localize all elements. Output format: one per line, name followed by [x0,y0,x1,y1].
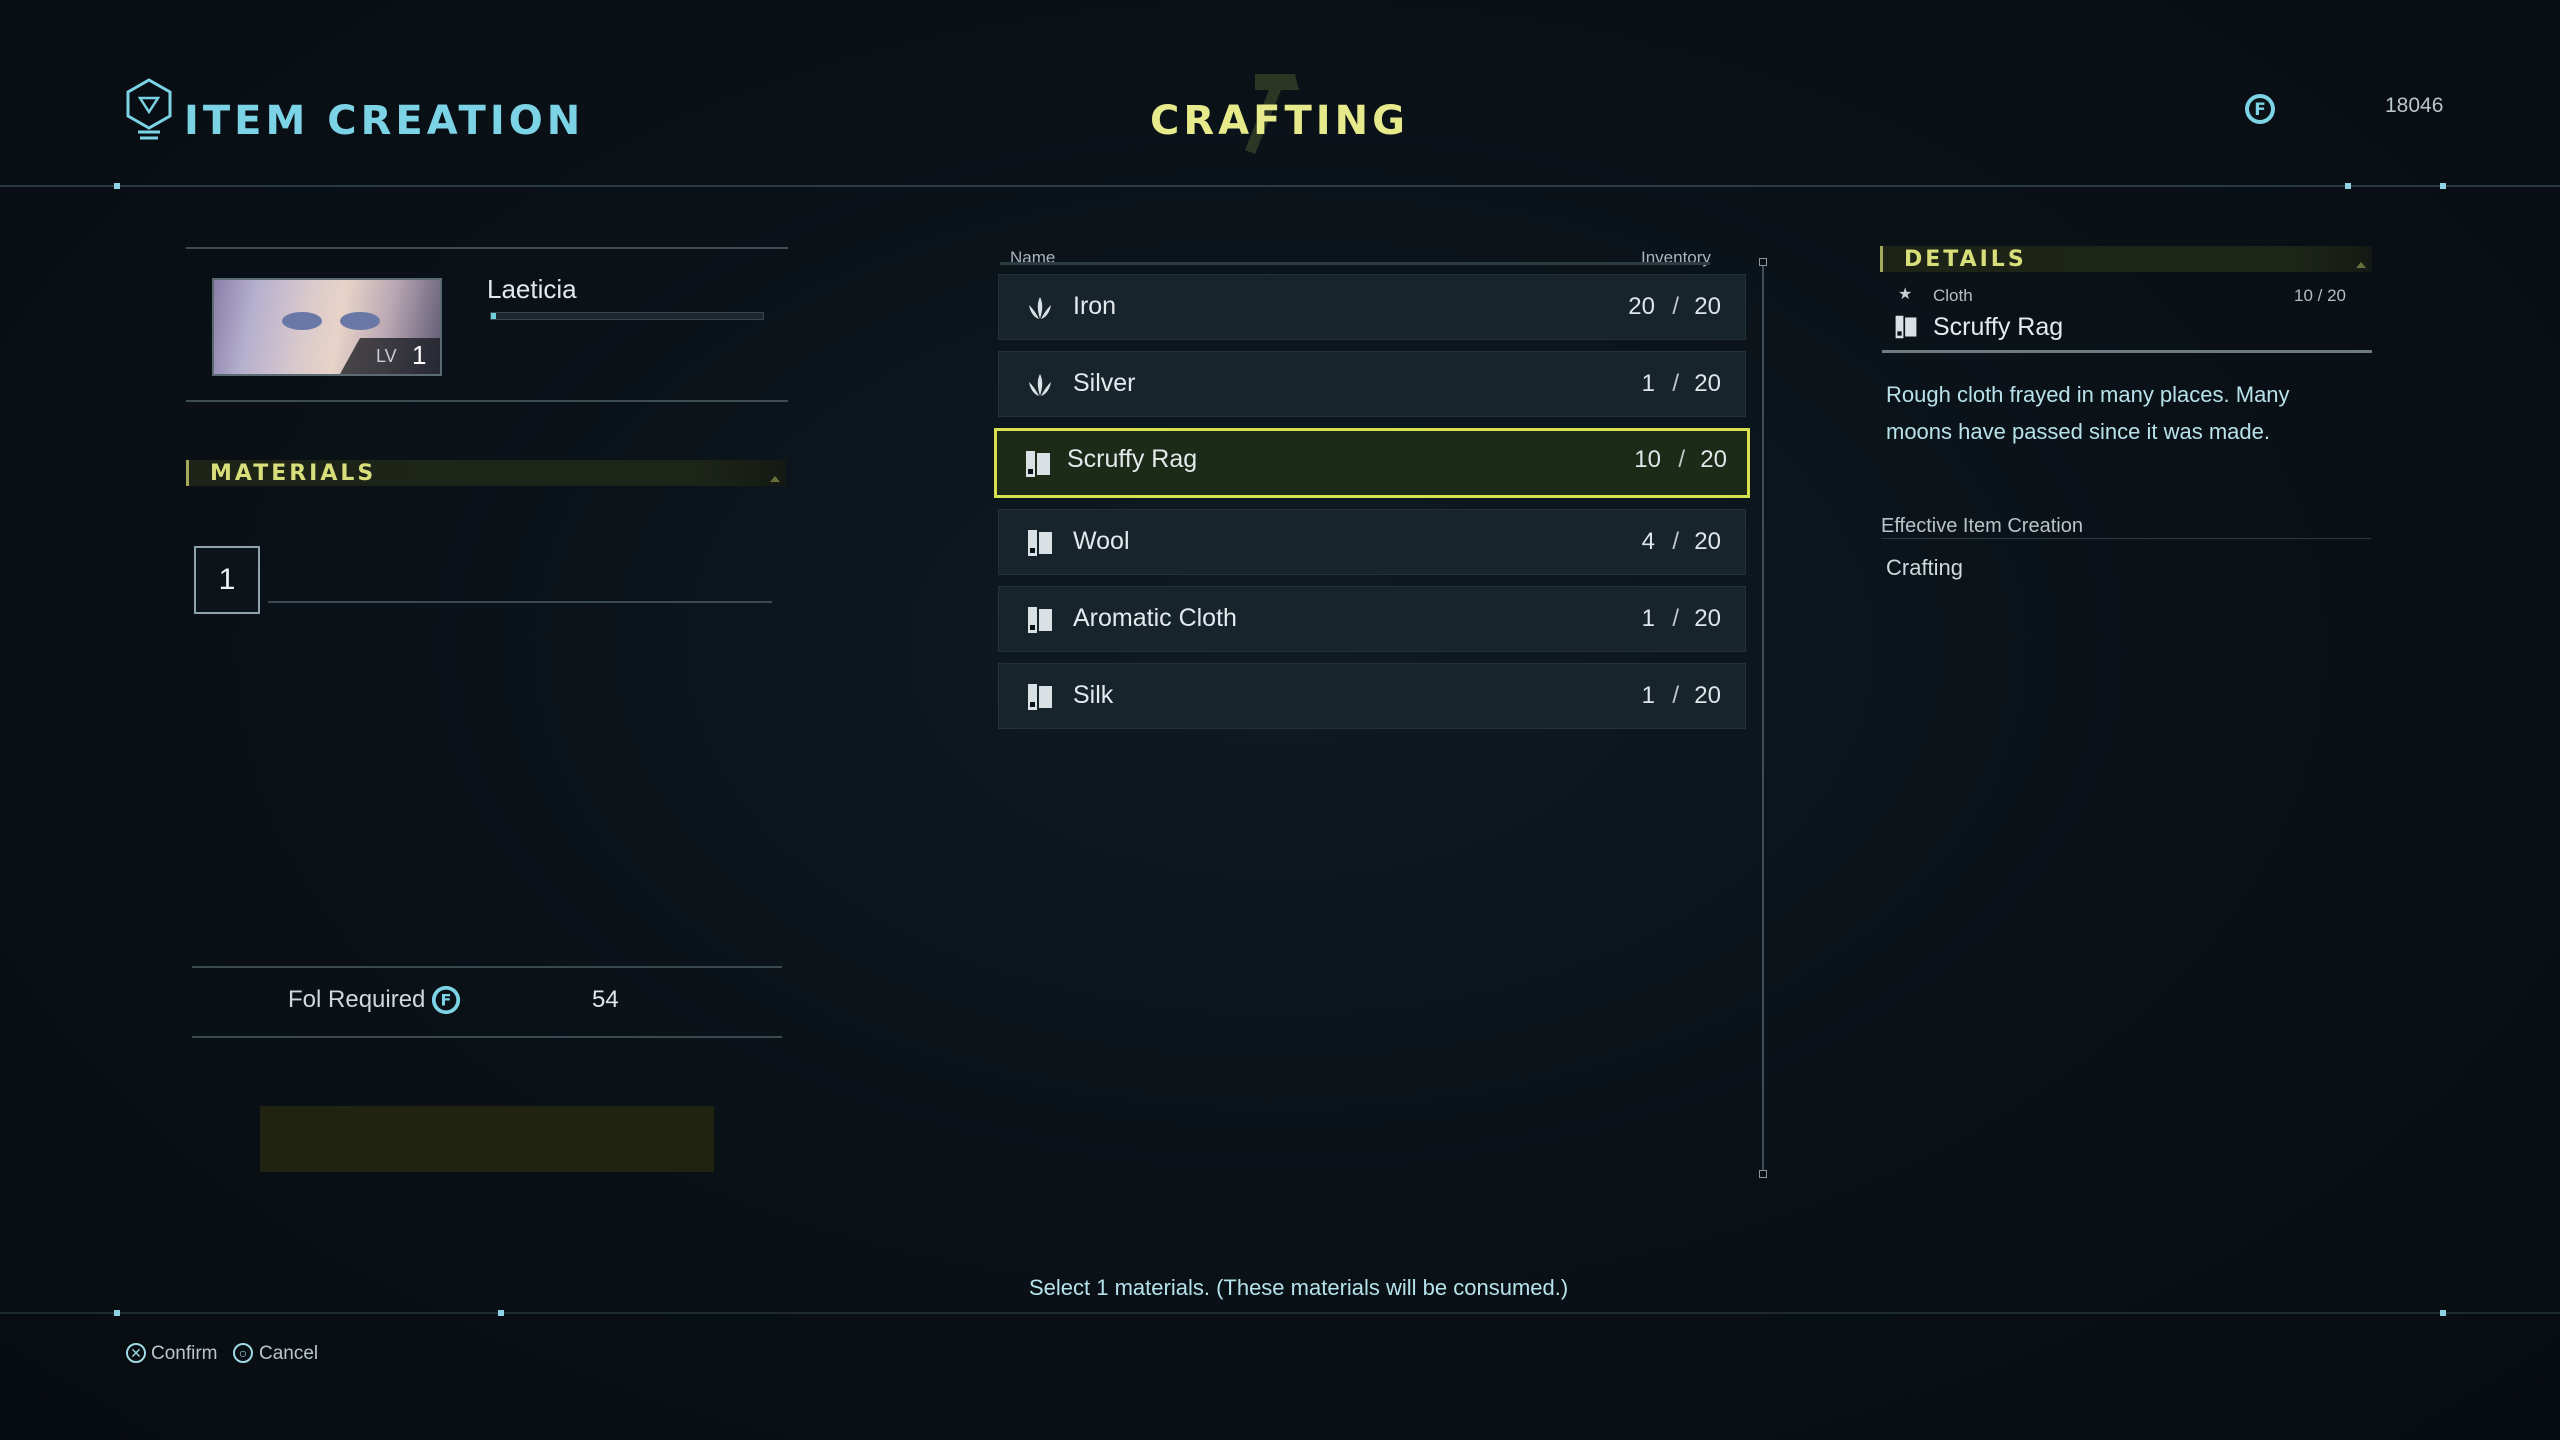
ore-icon [1025,370,1055,400]
character-top-rule [186,247,788,249]
details-item-name: Scruffy Rag [1933,313,2064,341]
cross-button-icon: ✕ [126,1343,146,1363]
cancel-button[interactable]: Cancel [259,1343,318,1365]
fol-required-label: Fol Required [288,986,426,1013]
footer-divider [0,1312,2560,1314]
cloth-icon [1895,315,1917,339]
list-item-separator: / [1672,682,1679,709]
character-exp-fill [491,313,497,319]
material-slot-line [268,601,772,603]
list-item-separator: / [1672,370,1679,397]
list-item-name: Silk [1073,681,1114,709]
list-item[interactable]: Iron 20 / 20 [998,274,1746,340]
list-item-max: 20 [1694,528,1721,555]
divider-node [2345,183,2351,189]
svg-text:F: F [2254,100,2266,120]
column-header-inventory: Inventory [1641,248,1711,267]
level-label: LV [376,346,397,366]
list-item-max: 20 [1694,605,1721,632]
details-rule [1882,350,2372,353]
circle-button-icon: ○ [233,1343,253,1363]
list-item[interactable]: Silk 1 / 20 [998,663,1746,729]
fol-balance: 18046 [2385,94,2444,117]
cloth-icon [1023,449,1053,479]
level-badge: LV 1 [340,338,440,374]
confirm-button[interactable]: Confirm [151,1343,218,1365]
material-slot-1[interactable]: 1 [194,546,260,614]
level-value: 1 [412,340,427,370]
cloth-icon [1025,605,1055,635]
list-item-count: 4 [1641,528,1655,555]
list-item-name: Iron [1073,292,1117,320]
character-exp-bar [490,312,764,320]
scrollbar-top-cap [1759,258,1767,266]
cloth-icon [1025,682,1055,712]
material-list: Iron 20 / 20 Silver 1 / 20 Scruffy Rag 10 / 20 Wool 4… [994,274,1750,740]
column-header-name: Name [1010,248,1056,267]
instruction-hint: Select 1 materials. (These materials wil… [1029,1275,1569,1300]
list-item-name: Silver [1073,369,1136,397]
list-item[interactable]: Aromatic Cloth 1 / 20 [998,586,1746,652]
character-portrait: LV 1 [212,278,442,376]
effective-creation-rule [1881,538,2371,539]
cloth-icon [1025,528,1055,558]
page-title: ITEM CREATION [184,98,585,144]
list-item-count: 1 [1641,370,1655,397]
divider-node [114,183,120,189]
list-item-max: 20 [1694,293,1721,320]
scrollbar-bottom-cap [1759,1170,1767,1178]
fol-currency-icon: F [2245,94,2275,124]
ore-icon [1025,293,1055,323]
list-item-count: 1 [1641,682,1655,709]
divider-node [2440,1310,2446,1316]
svg-text:F: F [441,991,452,1010]
details-count: 10 / 20 [2294,286,2346,305]
list-item-name: Scruffy Rag [1067,445,1198,473]
divider-node [114,1310,120,1316]
details-description: Rough cloth frayed in many places. Many … [1886,382,2290,444]
tab-crafting: CRAFTING [1150,98,1409,144]
create-button[interactable] [260,1106,714,1172]
item-creation-emblem-icon [126,78,172,140]
divider-node [2440,183,2446,189]
list-item-separator: / [1678,446,1685,473]
list-item[interactable]: Silver 1 / 20 [998,351,1746,417]
fol-required-value: 54 [592,986,619,1013]
list-item[interactable]: Wool 4 / 20 [998,509,1746,575]
fol-currency-icon: F [431,985,461,1015]
details-header-label: DETAILS [1904,247,2027,272]
character-bottom-rule [186,400,788,402]
effective-creation-label: Effective Item Creation [1881,515,2083,537]
divider-node [498,1310,504,1316]
list-item-name: Aromatic Cloth [1073,604,1237,632]
list-item-separator: / [1672,293,1679,320]
list-item-count: 20 [1628,293,1655,320]
details-category: Cloth [1933,286,1973,305]
materials-header: MATERIALS [186,460,786,486]
list-item-separator: / [1672,605,1679,632]
list-item-name: Wool [1073,527,1130,555]
list-item-count: 10 [1634,446,1661,473]
list-item-max: 20 [1694,370,1721,397]
category-star-icon: ★ [1898,286,1913,303]
list-item-max: 20 [1694,682,1721,709]
list-item-separator: / [1672,528,1679,555]
character-name: Laeticia [487,274,577,304]
column-header-rule [1000,262,1710,265]
effective-creation-value: Crafting [1886,555,1964,580]
list-item[interactable]: Scruffy Rag 10 / 20 [994,428,1750,498]
fol-required-box [192,966,782,1038]
list-item-max: 20 [1700,446,1727,473]
list-scrollbar[interactable] [1762,264,1764,1172]
header-divider [0,185,2560,187]
list-item-count: 1 [1641,605,1655,632]
details-header: DETAILS [1880,246,2372,272]
materials-header-label: MATERIALS [210,461,377,486]
